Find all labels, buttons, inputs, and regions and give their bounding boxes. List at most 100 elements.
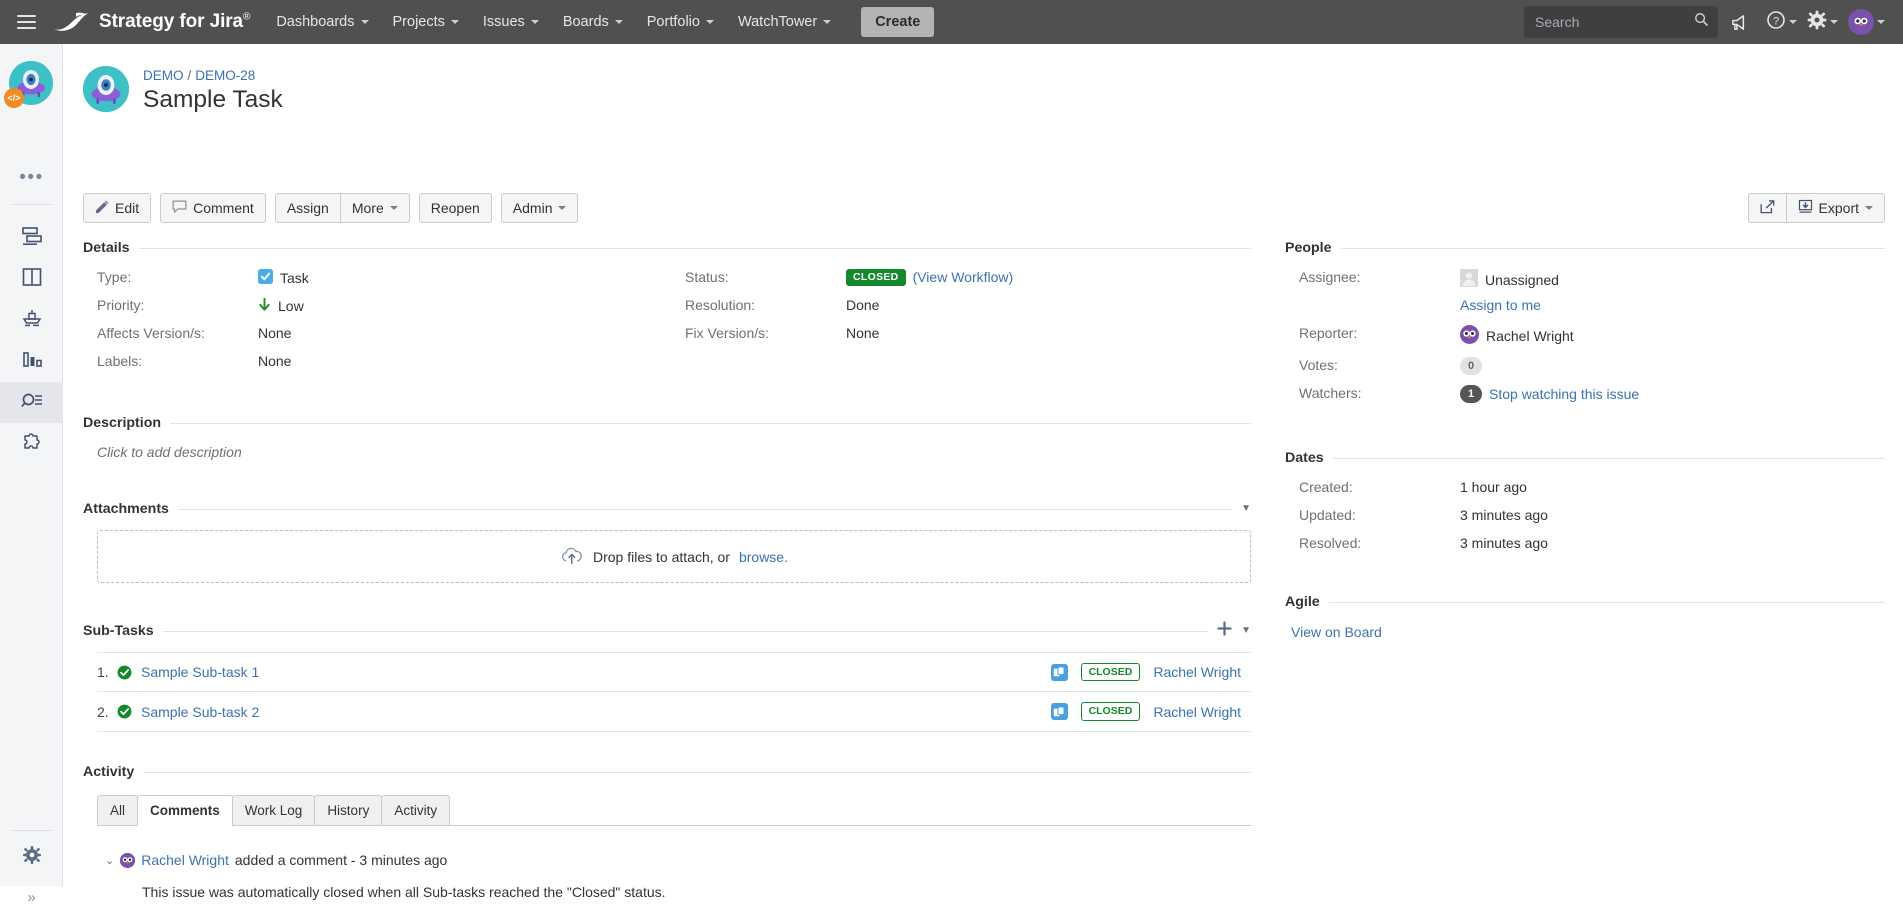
breadcrumb-issue-link[interactable]: DEMO-28 [195,68,255,83]
page-title: Sample Task [143,86,283,113]
tab-all[interactable]: All [97,795,139,825]
project-avatar[interactable]: </> [4,61,53,108]
attachment-dropzone[interactable]: Drop files to attach, or browse. [97,530,1251,583]
add-subtask-button[interactable] [1217,621,1232,641]
dropzone-text: Drop files to attach, or [593,548,730,565]
help-menu[interactable]: ? [1762,10,1801,35]
more-button-label: More [351,200,384,216]
user-profile-menu[interactable] [1844,9,1889,35]
field-label: Votes: [1299,357,1338,373]
chevron-down-icon [530,20,539,24]
view-workflow-link[interactable]: (View Workflow) [913,269,1014,285]
chevron-down-icon [823,20,832,24]
subtask-link[interactable]: Sample Sub-task 1 [141,664,259,680]
field-value: Assign to me [1460,297,1541,313]
comment-author-link[interactable]: Rachel Wright [141,852,229,868]
help-icon: ? [1766,10,1786,35]
menu-icon[interactable] [0,0,52,44]
more-button[interactable]: More [340,193,410,223]
assign-to-me-link[interactable]: Assign to me [1460,297,1541,313]
assign-more-group: Assign More [274,193,410,223]
share-export-group: Export [1747,193,1885,223]
details-header: Details [83,240,1251,256]
issues-icon [20,389,44,416]
export-button[interactable]: Export [1786,193,1885,223]
search-box[interactable] [1524,6,1718,38]
people-heading: People [1285,240,1332,256]
edit-button[interactable]: Edit [83,193,152,223]
project-settings-button[interactable] [0,837,63,877]
cloud-upload-icon [560,546,584,568]
chevron-down-icon [705,20,714,24]
comment-body: This issue was automatically closed when… [142,884,666,900]
sidebar-item-board[interactable] [0,259,63,300]
field-label: Created: [1299,479,1353,495]
section-rule [143,771,1251,773]
description-placeholder[interactable]: Click to add description [83,444,1251,460]
app-logo[interactable]: Strategy for Jira® [52,9,264,35]
attachments-section: Attachments ▼ Drop files to attach, or b… [83,501,1251,583]
tab-activity[interactable]: Activity [381,795,451,825]
tab-comments[interactable]: Comments [137,795,233,826]
field-value: Done [846,297,880,313]
nav-item-label: Portfolio [646,14,700,30]
search-icon[interactable] [1694,12,1709,32]
chevron-down-icon [389,206,398,210]
nav-item-dashboards[interactable]: Dashboards [264,0,380,44]
subtask-status-badge: CLOSED [1080,702,1141,721]
sidebar-item-releases[interactable] [0,300,63,341]
details-section: Details Type: Task Priority: Low Affects… [83,240,1251,381]
field-label: Type: [97,269,132,285]
breadcrumb-project-link[interactable]: DEMO [143,68,184,83]
tab-history[interactable]: History [314,795,383,825]
create-button[interactable]: Create [861,7,935,37]
sidebar-more-button[interactable]: ••• [0,168,63,187]
registered-mark: ® [243,11,251,23]
expand-sidebar-button[interactable]: » [0,877,63,917]
field-label: Affects Version/s: [97,325,205,341]
subtasks-options-chevron-down-icon[interactable]: ▼ [1241,626,1251,636]
sidebar-item-reports[interactable] [0,341,63,382]
nav-item-label: Dashboards [276,14,355,30]
reopen-button[interactable]: Reopen [418,193,492,223]
field-label: Updated: [1299,507,1356,523]
subtasks-section: Sub-Tasks ▼ 1. Sample Sub-task 1 CLOSED [83,621,1251,732]
download-icon [1798,199,1813,217]
nav-item-portfolio[interactable]: Portfolio [635,0,726,44]
subtask-assignee-link[interactable]: Rachel Wright [1153,704,1241,720]
attachments-options-chevron-down-icon[interactable]: ▼ [1241,504,1251,514]
subtask-assignee-link[interactable]: Rachel Wright [1153,664,1241,680]
subtask-type-icon [1050,703,1068,720]
assign-button[interactable]: Assign [274,193,341,223]
sidebar-item-backlog[interactable] [0,218,63,259]
project-settings-gear-icon [22,845,42,870]
table-row: 2. Sample Sub-task 2 CLOSED Rachel Wrigh… [97,692,1251,732]
stop-watching-link[interactable]: Stop watching this issue [1489,386,1639,402]
settings-menu[interactable] [1803,10,1842,35]
subtask-link[interactable]: Sample Sub-task 2 [141,704,259,720]
browse-link[interactable]: browse. [739,549,788,565]
nav-item-issues[interactable]: Issues [471,0,551,44]
nav-item-projects[interactable]: Projects [381,0,471,44]
sidebar-item-add-ons[interactable] [0,423,63,464]
tab-work-log[interactable]: Work Log [231,795,316,825]
releases-icon [20,307,44,334]
collapse-comment-chevron-down-icon[interactable]: ⌄ [105,854,114,867]
field-status: Status: CLOSED (View Workflow) [671,269,1231,297]
sidebar-item-issues[interactable] [0,382,63,423]
admin-button[interactable]: Admin [500,193,579,223]
attachments-header: Attachments ▼ [83,501,1251,517]
share-button[interactable] [1747,193,1787,223]
view-on-board-link[interactable]: View on Board [1291,624,1382,640]
nav-item-watchtower[interactable]: WatchTower [726,0,843,44]
nav-item-boards[interactable]: Boards [551,0,635,44]
megaphone-icon[interactable] [1720,0,1760,44]
subtask-number: 1. [97,664,109,680]
description-section: Description Click to add description [83,415,1251,460]
comment-button[interactable]: Comment [160,193,266,223]
search-input[interactable] [1533,13,1694,31]
votes-badge: 0 [1460,357,1482,375]
issue-toolbar-right: Export [1747,193,1885,223]
activity-header: Activity [83,764,1251,780]
comment-meta: added a comment - 3 minutes ago [234,852,448,868]
